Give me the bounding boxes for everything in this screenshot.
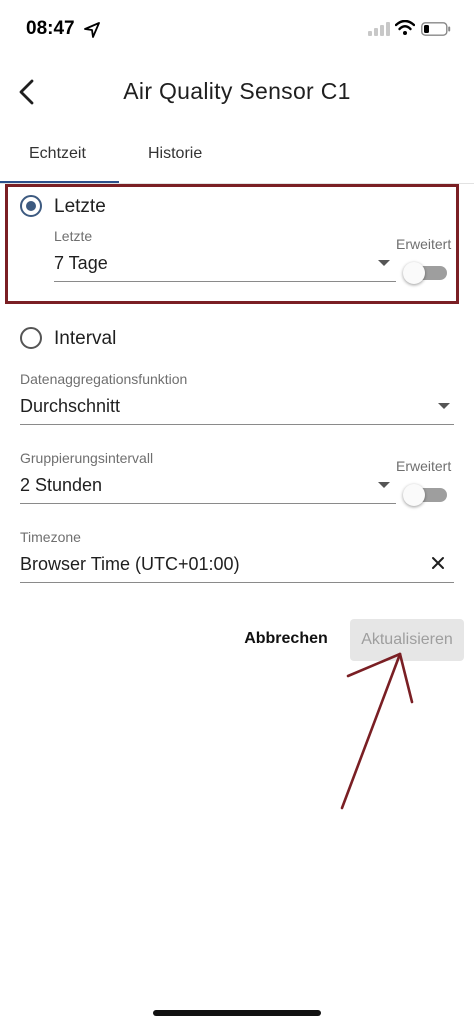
status-time: 08:47: [26, 18, 75, 39]
timezone-underline: [20, 582, 454, 583]
letzte-toggle-label: Erweitert: [396, 236, 452, 252]
aggregation-label: Datenaggregationsfunktion: [20, 371, 188, 387]
radio-interval-label: Interval: [54, 328, 117, 349]
page-title: Air Quality Sensor C1: [123, 78, 351, 104]
aggregation-select-value[interactable]: Durchschnitt: [20, 396, 120, 417]
grouping-toggle-label: Erweitert: [396, 458, 452, 474]
grouping-advanced-toggle[interactable]: [403, 484, 447, 506]
grouping-select-underline: [20, 503, 396, 504]
location-arrow-icon: [84, 22, 100, 38]
annotation-arrow: [340, 652, 414, 810]
letzte-select-underline: [54, 281, 396, 282]
dropdown-caret-icon[interactable]: [378, 482, 390, 488]
dropdown-caret-icon[interactable]: [438, 403, 450, 409]
timezone-input[interactable]: Browser Time (UTC+01:00): [20, 554, 240, 575]
dropdown-caret-icon[interactable]: [378, 260, 390, 266]
tab-historie[interactable]: Historie: [148, 145, 202, 163]
wifi-icon: [395, 20, 415, 35]
clear-icon[interactable]: [430, 555, 446, 571]
battery-icon: [421, 22, 451, 36]
home-indicator: [153, 1010, 321, 1016]
cancel-button[interactable]: Abbrechen: [238, 622, 334, 656]
timezone-label: Timezone: [20, 529, 81, 545]
letzte-field-label: Letzte: [54, 228, 93, 244]
radio-letzte-label: Letzte: [54, 196, 106, 217]
letzte-select-value[interactable]: 7 Tage: [54, 253, 108, 274]
grouping-select-value[interactable]: 2 Stunden: [20, 475, 102, 496]
tab-echtzeit[interactable]: Echtzeit: [29, 145, 86, 163]
radio-interval[interactable]: [20, 327, 42, 349]
letzte-advanced-toggle[interactable]: [403, 262, 447, 284]
aggregation-select-underline: [20, 424, 454, 425]
radio-letzte[interactable]: [20, 195, 42, 217]
signal-icon: [368, 22, 390, 36]
grouping-label: Gruppierungsintervall: [20, 450, 154, 466]
